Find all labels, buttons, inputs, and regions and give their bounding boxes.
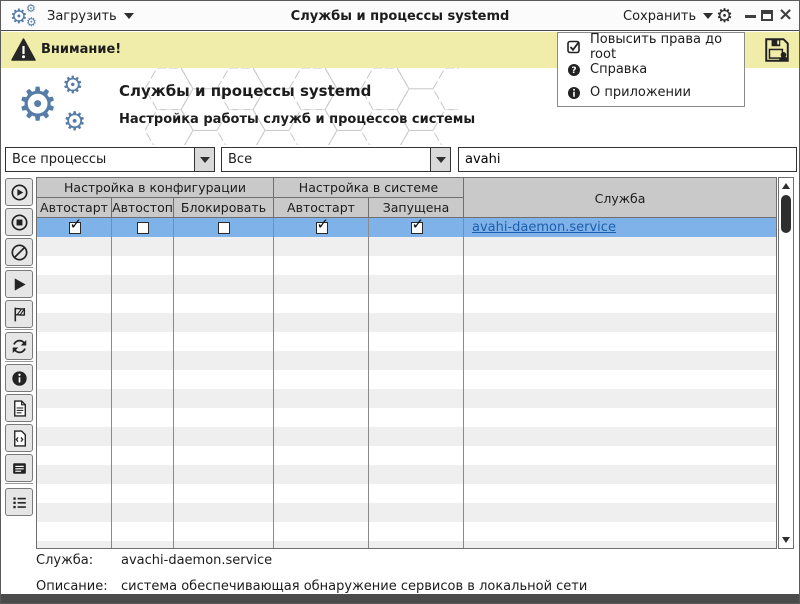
block-icon	[10, 243, 29, 262]
chevron-down-icon	[436, 157, 446, 163]
flag-icon	[10, 305, 29, 324]
document-code-icon	[10, 429, 29, 448]
checkbox-system-running[interactable]	[411, 222, 423, 234]
list-icon	[10, 493, 29, 512]
warning-triangle-icon	[11, 38, 36, 62]
group-header-system: Настройка в системе	[274, 178, 464, 198]
checkbox-config-block[interactable]	[218, 222, 230, 234]
menu-item-label: Повысить права до root	[590, 32, 744, 62]
minimize-button[interactable]	[745, 15, 756, 18]
load-button-label: Загрузить	[47, 9, 117, 24]
log-file-button[interactable]	[5, 394, 33, 422]
honeycomb-pattern	[145, 68, 459, 145]
menu-item-about[interactable]: О приложении	[558, 81, 744, 104]
document-icon	[10, 399, 29, 418]
refresh-icon	[10, 337, 29, 356]
col-header-config-block: Блокировать	[174, 198, 274, 217]
question-circle-icon: ?	[567, 63, 581, 77]
arrow-down-icon	[782, 537, 790, 543]
scrollbar-thumb[interactable]	[781, 195, 791, 233]
banner-subtitle: Настройка работы служб и процессов систе…	[119, 112, 475, 127]
dependencies-button[interactable]	[5, 488, 33, 516]
save-button[interactable]: Сохранить	[623, 1, 713, 31]
dropdown-arrow-button[interactable]	[194, 148, 214, 171]
close-button[interactable]: ×	[778, 4, 793, 25]
dropdown-arrow-button[interactable]	[430, 148, 450, 171]
scroll-down-button[interactable]	[779, 533, 793, 547]
unit-file-button[interactable]	[5, 424, 33, 452]
toolbar-separator	[5, 483, 33, 484]
column-divider	[463, 218, 464, 548]
column-divider	[273, 218, 274, 548]
app-window: ⚙ ⚙ ⚙ Загрузить Службы и процессы system…	[0, 0, 800, 604]
stop-circle-icon	[10, 213, 29, 232]
service-detail-label: Служба:	[36, 553, 93, 568]
menu-item-label: О приложении	[590, 85, 691, 100]
maximize-button[interactable]	[761, 10, 773, 21]
description-detail-value: система обеспечивающая обнаружение серви…	[121, 579, 587, 594]
process-filter-value: Все процессы	[6, 152, 194, 167]
service-link[interactable]: avahi-daemon.service	[472, 220, 616, 235]
save-floppy-lock-icon[interactable]	[763, 36, 791, 64]
checkbox-checked-icon	[567, 40, 581, 54]
search-input[interactable]	[458, 147, 797, 172]
start-circle-icon	[10, 183, 29, 202]
checkbox-system-autostart[interactable]	[316, 222, 328, 234]
service-detail-value: avachi-daemon.service	[121, 553, 272, 568]
block-service-button[interactable]	[5, 238, 33, 266]
checkbox-config-autostop[interactable]	[137, 222, 149, 234]
category-filter-select[interactable]: Все	[221, 147, 451, 172]
process-filter-select[interactable]: Все процессы	[5, 147, 215, 172]
warning-text: Внимание!	[41, 42, 121, 57]
window-bottom-edge	[1, 594, 799, 603]
description-detail-label: Описание:	[36, 579, 108, 594]
refresh-button[interactable]	[5, 332, 33, 360]
table-header: Настройка в конфигурации Настройка в сис…	[37, 178, 776, 218]
chevron-down-icon	[703, 13, 713, 19]
svg-text:?: ?	[571, 66, 576, 76]
play-icon	[10, 275, 29, 294]
flag-button[interactable]	[5, 300, 33, 328]
services-table: Настройка в конфигурации Настройка в сис…	[36, 177, 777, 549]
column-divider	[368, 218, 369, 548]
info-icon	[10, 369, 29, 388]
console-button[interactable]	[5, 454, 33, 482]
titlebar: ⚙ ⚙ ⚙ Загрузить Службы и процессы system…	[1, 1, 799, 31]
app-gears-icon: ⚙ ⚙ ⚙	[10, 3, 42, 30]
settings-dropdown-menu: Повысить права до root ? Справка О прило…	[557, 32, 745, 107]
stop-service-button[interactable]	[5, 208, 33, 236]
scroll-up-button[interactable]	[779, 179, 793, 193]
start-service-button[interactable]	[5, 178, 33, 206]
menu-item-elevate-root[interactable]: Повысить права до root	[558, 35, 744, 58]
banner-title: Службы и процессы systemd	[119, 82, 371, 100]
arrow-up-icon	[782, 183, 790, 189]
banner-gears-logo: ⚙ ⚙ ⚙	[17, 72, 121, 142]
col-header-service: Служба	[464, 178, 776, 218]
load-button[interactable]: Загрузить	[47, 1, 134, 31]
toolbar-separator	[5, 329, 33, 330]
category-filter-value: Все	[222, 152, 430, 167]
column-divider	[173, 218, 174, 548]
column-divider	[111, 218, 112, 548]
table-row-selected[interactable]: avahi-daemon.service	[37, 218, 776, 237]
table-empty-rows	[37, 237, 776, 548]
group-header-config: Настройка в конфигурации	[37, 178, 274, 198]
save-button-label: Сохранить	[623, 9, 696, 24]
toolbar-separator	[5, 361, 33, 362]
toolbar-separator	[5, 267, 33, 268]
run-button[interactable]	[5, 270, 33, 298]
checkbox-config-autostart[interactable]	[69, 222, 81, 234]
menu-item-label: Справка	[590, 62, 647, 77]
info-circle-icon	[567, 86, 581, 100]
col-header-config-autostop: Автостоп	[112, 198, 174, 217]
table-scrollbar[interactable]	[778, 177, 794, 549]
settings-gear-button[interactable]: ⚙	[716, 4, 733, 28]
info-button[interactable]	[5, 364, 33, 392]
console-icon	[10, 459, 29, 478]
chevron-down-icon	[200, 157, 210, 163]
chevron-down-icon	[124, 13, 134, 19]
